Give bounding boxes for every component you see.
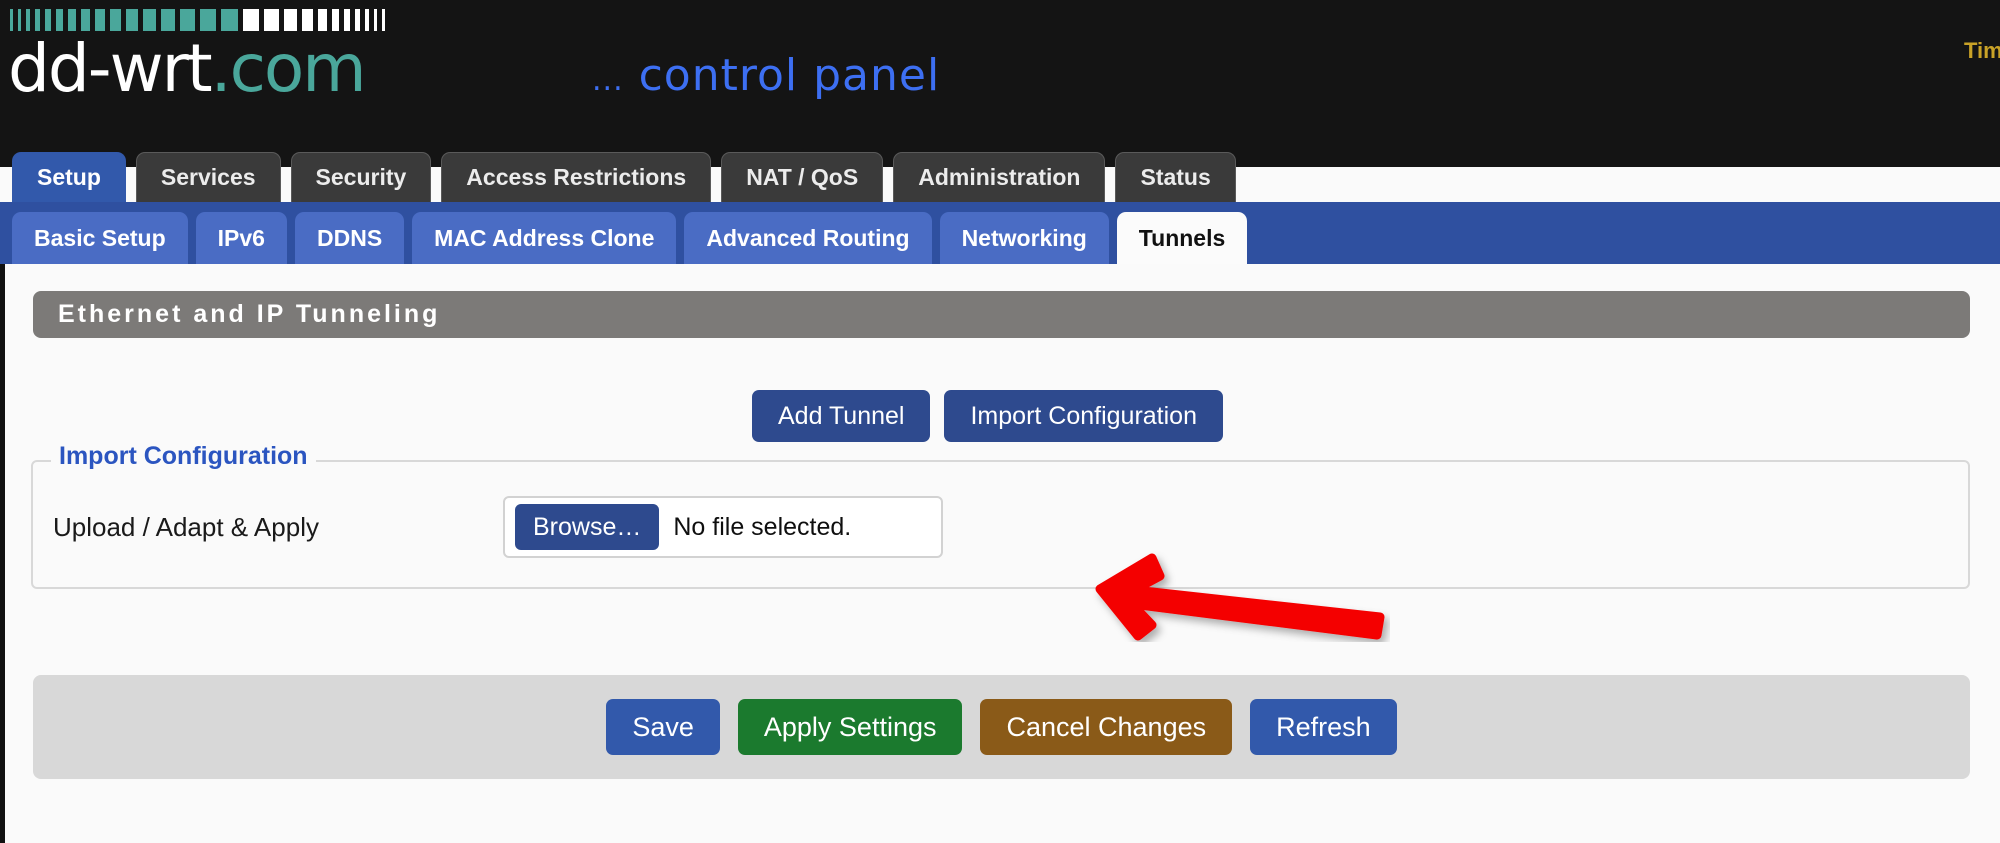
browse-button[interactable]: Browse… (515, 504, 660, 550)
logo-bar (68, 9, 76, 31)
logo-bar (200, 9, 216, 31)
logo-bar (284, 9, 297, 31)
logo-bar (143, 9, 156, 31)
logo-bar (365, 9, 369, 31)
logo-bar (56, 9, 63, 31)
logo-bar (221, 9, 238, 31)
subtab-ddns[interactable]: DDNS (294, 212, 405, 264)
logo-bar (302, 9, 313, 31)
logo-bar (110, 9, 121, 31)
import-configuration-button[interactable]: Import Configuration (944, 390, 1223, 442)
logo-bar (332, 9, 339, 31)
subtab-tunnels[interactable]: Tunnels (1116, 212, 1248, 264)
logo-bar (318, 9, 327, 31)
form-footer-bar: Save Apply Settings Cancel Changes Refre… (33, 675, 1970, 779)
brand-tagline: ... control panel (592, 52, 940, 105)
logo-bar (243, 9, 259, 31)
tab-services[interactable]: Services (135, 152, 281, 202)
logo-bar (161, 9, 175, 31)
brand-logo: dd-wrt.com (8, 36, 367, 102)
logo-bar (81, 9, 90, 31)
brand-logo-suffix: .com (210, 30, 367, 107)
cancel-changes-button[interactable]: Cancel Changes (980, 699, 1233, 755)
logo-bar (344, 9, 350, 31)
tab-security[interactable]: Security (290, 152, 432, 202)
tab-status[interactable]: Status (1115, 152, 1236, 202)
tunnel-actions: Add Tunnel Import Configuration (5, 390, 1970, 442)
logo-bar (355, 9, 360, 31)
logo-bar (180, 9, 195, 31)
tab-administration[interactable]: Administration (893, 152, 1106, 202)
logo-bar (45, 9, 51, 31)
selected-file-name: No file selected. (673, 512, 852, 541)
dd-wrt-control-panel: dd-wrt.com ... control panel Tim Setup Se… (0, 0, 2000, 843)
secondary-tabbar: Basic Setup IPv6 DDNS MAC Address Clone Adva… (0, 202, 2000, 264)
import-configuration-fieldset: Import Configuration Upload / Adapt & Ap… (31, 442, 1970, 589)
import-configuration-legend: Import Configuration (51, 442, 316, 471)
brand-logo-text: dd-wrt (8, 30, 213, 107)
refresh-button[interactable]: Refresh (1250, 699, 1397, 755)
header-time-info: Tim (1964, 38, 2000, 63)
tab-nat-qos[interactable]: NAT / QoS (721, 152, 884, 202)
tagline-text: control panel (638, 50, 941, 101)
logo-bar (374, 9, 377, 31)
add-tunnel-button[interactable]: Add Tunnel (751, 390, 931, 442)
tab-setup[interactable]: Setup (12, 152, 126, 202)
tab-access-restrictions[interactable]: Access Restrictions (441, 152, 712, 202)
config-file-input[interactable]: Browse… No file selected. (503, 496, 943, 558)
tagline-dots: ... (592, 63, 624, 98)
subtab-advanced-routing[interactable]: Advanced Routing (684, 212, 932, 264)
logo-bar (95, 9, 105, 31)
section-title: Ethernet and IP Tunneling (33, 291, 1970, 338)
logo-signal-bars-icon (10, 8, 390, 32)
subtab-mac-address-clone[interactable]: MAC Address Clone (412, 212, 677, 264)
logo-bar (18, 9, 21, 31)
logo-bar (382, 9, 385, 31)
subtab-basic-setup[interactable]: Basic Setup (12, 212, 188, 264)
subtab-ipv6[interactable]: IPv6 (195, 212, 287, 264)
logo-bar (126, 9, 138, 31)
logo-bar (10, 9, 13, 31)
page-content: Ethernet and IP Tunneling Add Tunnel Imp… (0, 264, 2000, 843)
logo-bar (264, 9, 279, 31)
save-button[interactable]: Save (606, 699, 720, 755)
subtab-networking[interactable]: Networking (939, 212, 1109, 264)
upload-row-label: Upload / Adapt & Apply (53, 511, 319, 542)
page-header: dd-wrt.com ... control panel Tim (0, 0, 2000, 167)
upload-row: Upload / Adapt & Apply Browse… No file s… (33, 492, 1968, 562)
apply-settings-button[interactable]: Apply Settings (737, 699, 963, 755)
primary-tabbar: Setup Services Security Access Restrictions… (0, 146, 2000, 202)
logo-bar (35, 9, 40, 31)
logo-bar (26, 9, 30, 31)
